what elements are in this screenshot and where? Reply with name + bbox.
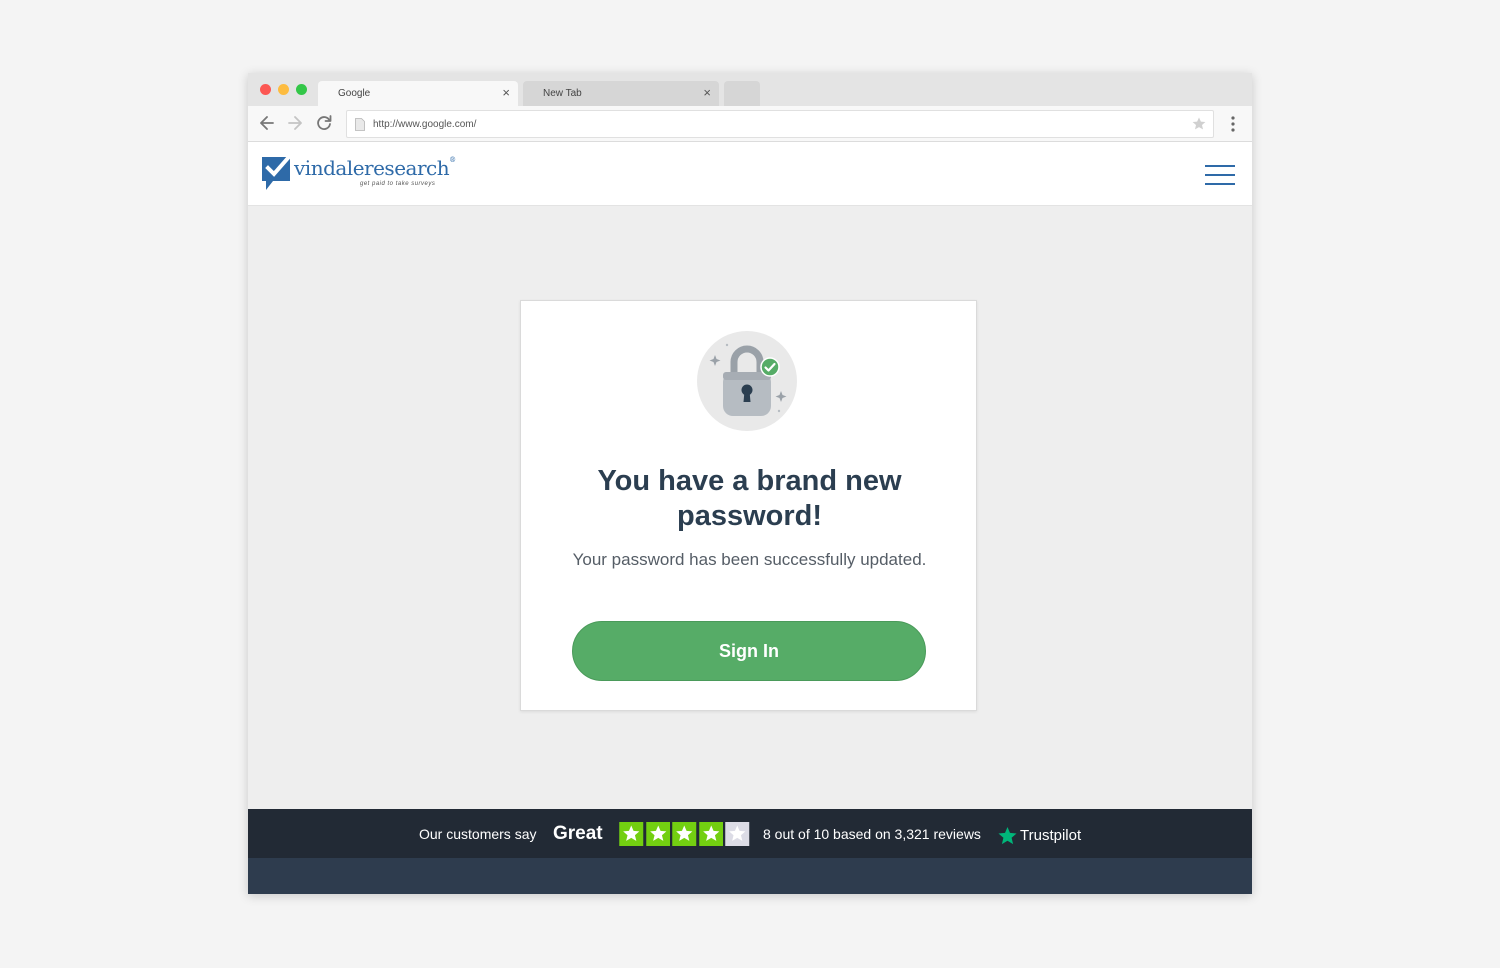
tab-close-icon[interactable]: ×	[502, 85, 510, 100]
main-content: You have a brand new password! Your pass…	[248, 206, 1252, 809]
hamburger-menu-icon[interactable]	[1204, 164, 1236, 186]
browser-window: Google × New Tab × http://www.google.com…	[248, 73, 1252, 894]
browser-menu-icon[interactable]	[1226, 115, 1240, 133]
tab-new-tab[interactable]: New Tab ×	[523, 81, 719, 106]
checkmark-logo-icon	[262, 156, 291, 190]
trustpilot-logo[interactable]: Trustpilot	[998, 824, 1081, 846]
maximize-window-button[interactable]	[296, 84, 307, 95]
logo-wordmark: vindaleresearch®	[294, 156, 456, 180]
reload-icon[interactable]	[313, 112, 335, 134]
tab-close-icon[interactable]: ×	[703, 85, 711, 100]
new-tab-button[interactable]	[724, 81, 760, 106]
address-bar[interactable]: http://www.google.com/	[346, 110, 1214, 138]
sign-in-button[interactable]: Sign In	[572, 621, 926, 681]
back-arrow-icon[interactable]	[256, 112, 278, 134]
site-header: vindaleresearch® get paid to take survey…	[248, 142, 1252, 206]
empty-star-icon	[725, 822, 750, 846]
success-heading: You have a brand new password!	[597, 465, 902, 532]
tab-strip: Google × New Tab ×	[248, 73, 1252, 106]
bookmark-star-icon[interactable]	[1191, 116, 1207, 132]
lock-success-icon	[697, 331, 797, 431]
reviews-summary[interactable]: 8 out of 10 based on 3,321 reviews	[763, 826, 981, 842]
page-icon	[355, 118, 365, 131]
rating-word: Great	[553, 823, 603, 844]
filled-star-icon	[645, 822, 670, 846]
logo-tagline: get paid to take surveys	[360, 181, 436, 187]
tab-google[interactable]: Google ×	[318, 81, 518, 106]
close-window-button[interactable]	[260, 84, 271, 95]
footer	[248, 858, 1252, 894]
trustpilot-star-icon	[998, 826, 1017, 844]
trustpilot-bar: Our customers say Great 8 out of 10 base…	[248, 809, 1252, 858]
customers-say-text: Our customers say	[419, 826, 537, 842]
browser-toolbar: http://www.google.com/	[248, 106, 1252, 142]
url-text: http://www.google.com/	[373, 119, 477, 130]
tab-label: Google	[338, 88, 371, 99]
filled-star-icon	[698, 822, 723, 846]
filled-star-icon	[672, 822, 697, 846]
success-message: Your password has been successfully upda…	[572, 550, 927, 569]
forward-arrow-icon[interactable]	[284, 112, 306, 134]
minimize-window-button[interactable]	[278, 84, 289, 95]
password-success-card: You have a brand new password! Your pass…	[520, 300, 977, 711]
trustpilot-stars	[619, 822, 750, 846]
tab-label: New Tab	[543, 88, 582, 99]
vindale-research-logo[interactable]: vindaleresearch® get paid to take survey…	[260, 154, 460, 194]
trustpilot-brand: Trustpilot	[1020, 826, 1082, 844]
filled-star-icon	[619, 822, 644, 846]
